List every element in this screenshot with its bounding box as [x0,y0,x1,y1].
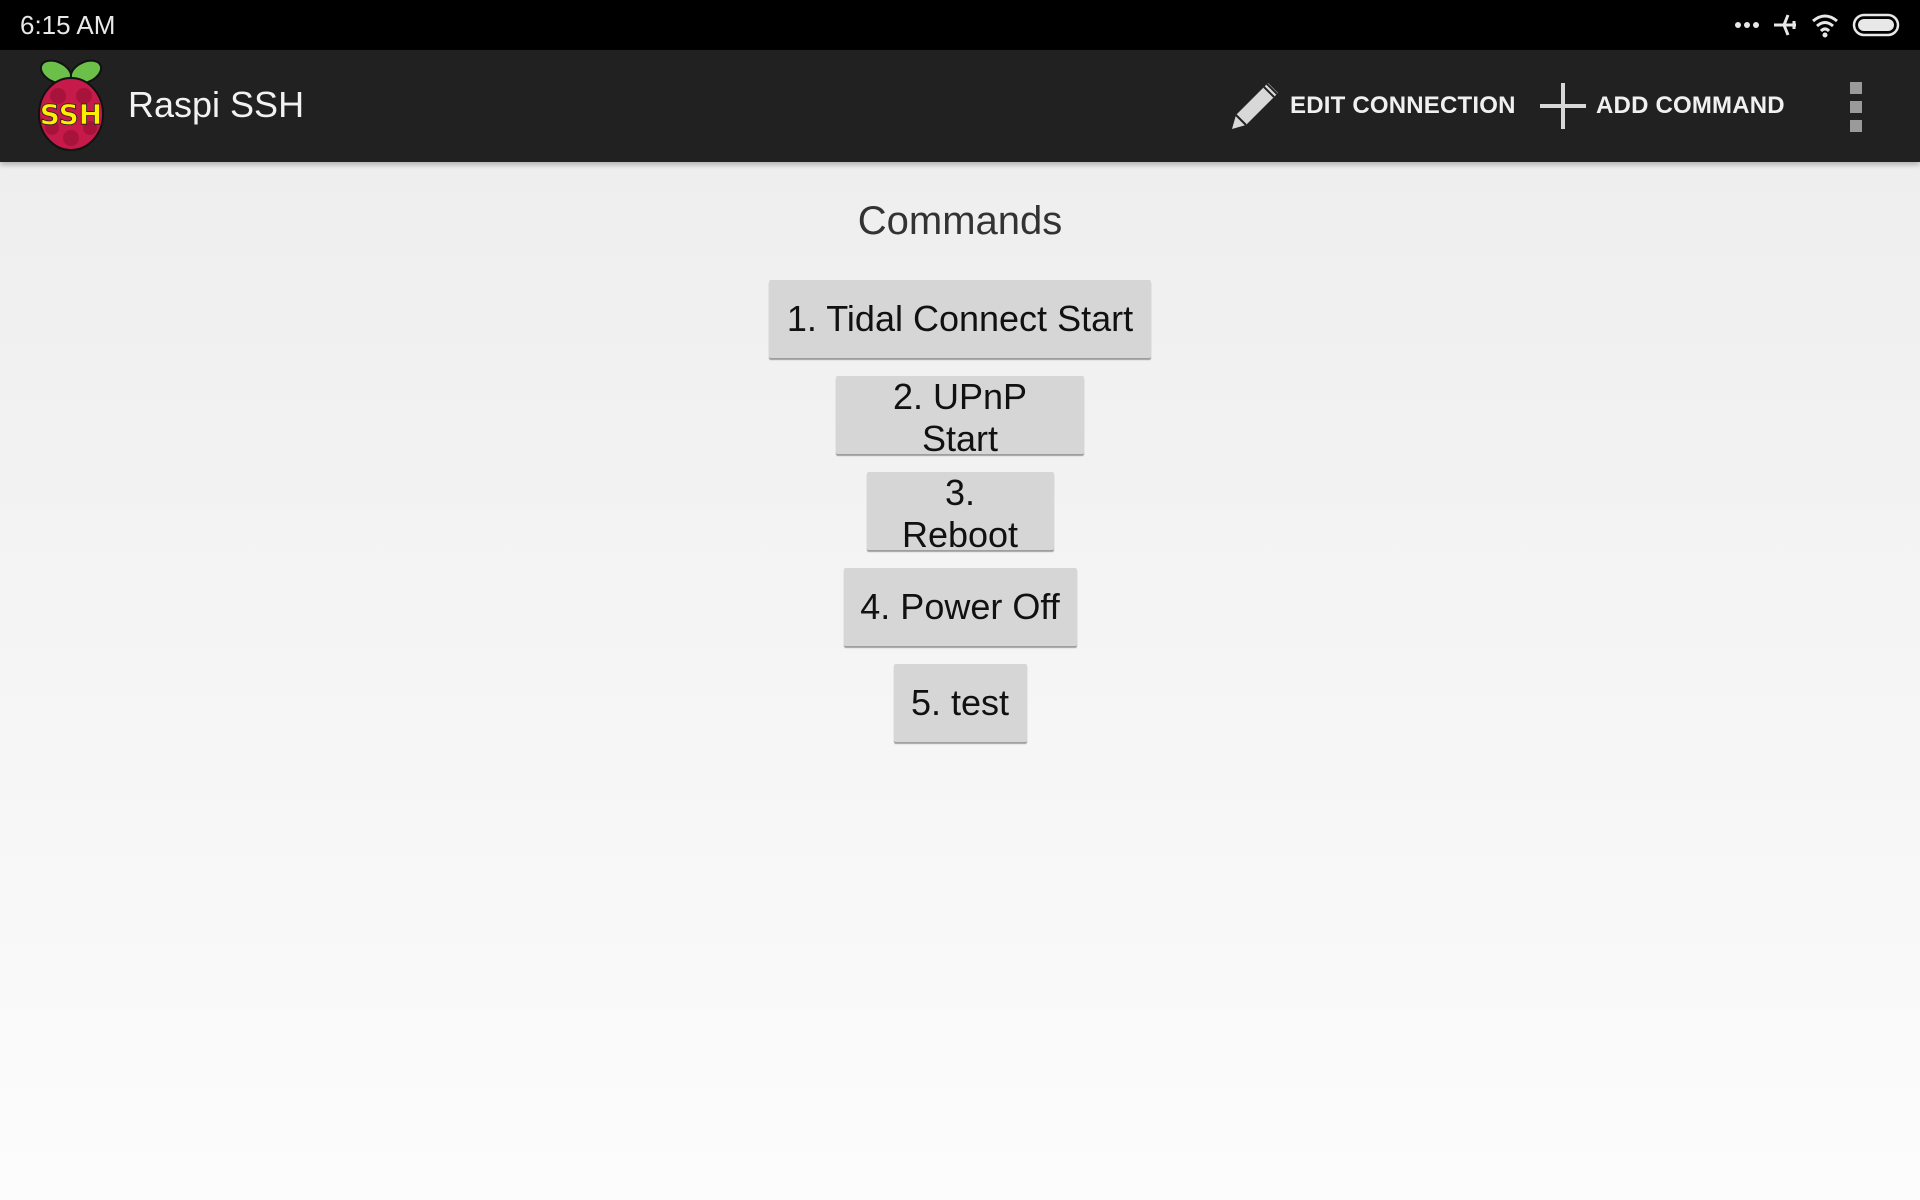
wifi-icon [1812,14,1838,38]
more-notifications-icon [1735,22,1759,28]
command-button-power-off[interactable]: 4. Power Off [843,568,1077,646]
plus-icon [1540,83,1586,129]
edit-connection-label: EDIT CONNECTION [1290,92,1516,119]
command-button-reboot[interactable]: 3. Reboot [866,472,1054,555]
app-title: Raspi SSH [128,84,305,125]
raspberry-ssh-logo-icon: SSH [38,59,104,151]
main-content: Commands 1. Tidal Connect Start 2. UPnP … [0,162,1920,742]
status-bar: 6:15 AM [0,0,1920,50]
pencil-icon [1232,83,1278,129]
app-bar: SSH Raspi SSH EDIT CONNECTION ADD COMMAN… [0,50,1920,162]
command-button-test[interactable]: 5. test [893,664,1027,742]
status-time: 6:15 AM [20,10,116,40]
status-icons [1734,8,1900,42]
command-list: 1. Tidal Connect Start 2. UPnP Start 3. … [0,280,1920,742]
airplane-mode-icon [1774,14,1796,36]
command-button-tidal-connect-start[interactable]: 1. Tidal Connect Start [769,280,1151,358]
add-command-button[interactable]: ADD COMMAND [1538,78,1785,134]
add-command-label: ADD COMMAND [1596,92,1785,119]
edit-connection-button[interactable]: EDIT CONNECTION [1228,78,1516,134]
overflow-menu-icon[interactable] [1840,82,1872,132]
battery-icon [1852,13,1900,37]
logo-text: SSH [40,98,103,131]
command-button-upnp-start[interactable]: 2. UPnP Start [836,376,1084,459]
commands-title: Commands [857,199,1063,243]
